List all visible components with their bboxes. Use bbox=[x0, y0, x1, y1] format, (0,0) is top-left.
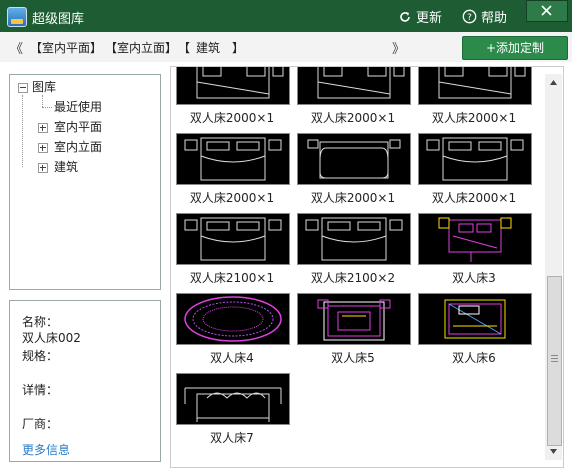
maker-label: 厂商： bbox=[22, 417, 59, 431]
detail-label: 详情： bbox=[22, 383, 59, 397]
cad-drawing-image bbox=[317, 67, 405, 99]
scroll-down-icon[interactable] bbox=[549, 447, 558, 456]
update-label: 更新 bbox=[416, 11, 443, 26]
name-label: 名称： bbox=[22, 315, 59, 329]
cad-drawing-image bbox=[184, 296, 282, 342]
thumbnail-caption: 双人床4 bbox=[210, 351, 254, 365]
cad-drawing-image bbox=[184, 137, 282, 181]
gallery-thumbnail[interactable] bbox=[418, 133, 532, 185]
cad-drawing-image bbox=[438, 217, 512, 262]
cad-drawing-image bbox=[444, 299, 506, 339]
thumbnail-caption: 双人床2000×1 bbox=[189, 191, 275, 205]
thumbnail-caption: 双人床2100×2 bbox=[310, 271, 396, 285]
thumbnail-caption: 双人床7 bbox=[210, 431, 254, 445]
cad-drawing-image bbox=[426, 137, 524, 181]
tree-item-recent[interactable]: 最近使用 bbox=[54, 99, 102, 115]
gallery-thumbnail[interactable] bbox=[418, 293, 532, 345]
scrollbar-thumb[interactable] bbox=[547, 276, 562, 446]
update-button[interactable]: 更新 bbox=[398, 7, 442, 26]
gallery-thumbnail[interactable] bbox=[176, 213, 290, 265]
gallery-thumbnail[interactable] bbox=[176, 293, 290, 345]
svg-text:?: ? bbox=[467, 13, 472, 23]
tree-item-architecture[interactable]: 建筑 bbox=[54, 159, 78, 175]
close-button[interactable] bbox=[526, 0, 568, 22]
cad-drawing-image bbox=[305, 217, 403, 261]
grip-line bbox=[551, 361, 558, 362]
help-icon: ? bbox=[462, 9, 477, 24]
crumb-open-bracket: 【 bbox=[178, 41, 191, 55]
library-tree: 图库 最近使用 室内平面 室内立面 建筑 bbox=[9, 74, 161, 290]
crumb-interior-plan[interactable]: 【室内平面】 bbox=[30, 39, 102, 56]
app-icon bbox=[7, 7, 27, 27]
gallery-thumbnail[interactable] bbox=[176, 67, 290, 105]
gallery-thumbnail[interactable] bbox=[297, 213, 411, 265]
grip-line bbox=[551, 355, 558, 356]
thumbnail-caption: 双人床6 bbox=[452, 351, 496, 365]
vertical-scrollbar[interactable] bbox=[545, 74, 562, 460]
tree-item-interior-elevation[interactable]: 室内立面 bbox=[54, 139, 102, 155]
thumbnail-caption: 双人床2000×1 bbox=[310, 191, 396, 205]
gallery-thumbnail[interactable] bbox=[418, 67, 532, 105]
tree-guide-line bbox=[42, 95, 43, 107]
spec-label: 规格： bbox=[22, 349, 59, 363]
help-button[interactable]: ? 帮助 bbox=[462, 7, 507, 26]
close-icon bbox=[541, 5, 552, 16]
crumb-interior-elevation[interactable]: 【室内立面】 bbox=[105, 39, 177, 56]
gallery-thumbnail[interactable] bbox=[176, 133, 290, 185]
cad-drawing-image bbox=[307, 139, 401, 179]
tree-root[interactable]: 图库 bbox=[32, 79, 56, 95]
crumb-architecture[interactable]: 建筑 bbox=[196, 39, 220, 56]
thumbnail-caption: 双人床5 bbox=[331, 351, 375, 365]
cad-drawing-image bbox=[196, 67, 284, 99]
window-title: 超级图库 bbox=[32, 12, 85, 27]
add-custom-button[interactable]: +添加定制 bbox=[462, 36, 568, 60]
expand-icon[interactable] bbox=[38, 143, 48, 153]
gallery-thumbnail[interactable] bbox=[297, 133, 411, 185]
item-info-panel: 名称： 双人床002 规格： 详情： 厂商： 更多信息 bbox=[9, 300, 161, 462]
thumbnail-gallery: 双人床2000×1 双人床2000×1 双人床2000×1 双人床2000×1 双人床2… bbox=[170, 66, 564, 468]
help-label: 帮助 bbox=[481, 11, 508, 26]
cad-drawing-image bbox=[438, 67, 526, 99]
title-bar: 超级图库 更新 ? 帮助 bbox=[0, 0, 572, 32]
thumbnail-caption: 双人床2000×1 bbox=[431, 111, 517, 125]
thumbnail-caption: 双人床2000×1 bbox=[431, 191, 517, 205]
thumbnail-caption: 双人床2000×1 bbox=[310, 111, 396, 125]
tree-guide-line bbox=[22, 95, 23, 167]
gallery-thumbnail[interactable] bbox=[297, 67, 411, 105]
grip-line bbox=[551, 358, 558, 359]
thumbnail-caption: 双人床2000×1 bbox=[189, 111, 275, 125]
cad-drawing-image bbox=[317, 299, 391, 341]
crumb-close-bracket: 】 bbox=[232, 41, 245, 55]
thumbnail-caption: 双人床3 bbox=[452, 271, 496, 285]
scroll-up-icon[interactable] bbox=[549, 78, 558, 87]
forward-arrow-button[interactable]: 》 bbox=[392, 38, 405, 57]
refresh-icon bbox=[400, 11, 410, 22]
gallery-thumbnail[interactable] bbox=[418, 213, 532, 265]
tree-item-interior-plan[interactable]: 室内平面 bbox=[54, 119, 102, 135]
cad-drawing-image bbox=[184, 387, 282, 422]
gallery-thumbnail[interactable] bbox=[176, 373, 290, 425]
more-info-link[interactable]: 更多信息 bbox=[22, 441, 70, 458]
thumbnail-caption: 双人床2100×1 bbox=[189, 271, 275, 285]
name-value: 双人床002 bbox=[22, 331, 81, 345]
gallery-thumbnail[interactable] bbox=[297, 293, 411, 345]
collapse-icon[interactable] bbox=[18, 83, 28, 93]
cad-drawing-image bbox=[184, 217, 282, 261]
back-arrow-button[interactable]: 《 bbox=[10, 38, 23, 57]
tree-guide-line bbox=[42, 107, 52, 108]
expand-icon[interactable] bbox=[38, 123, 48, 133]
expand-icon[interactable] bbox=[38, 163, 48, 173]
